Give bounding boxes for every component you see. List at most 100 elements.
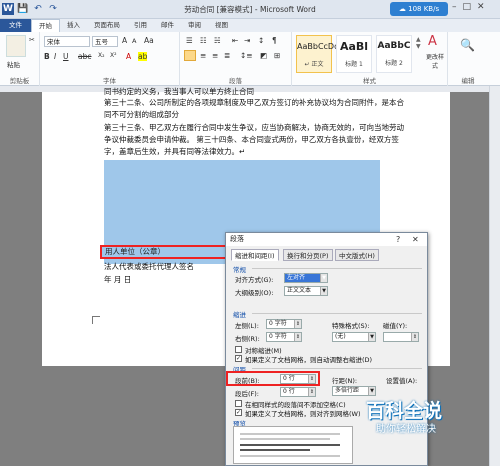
doc-line-4: 第三十三条、甲乙双方在履行合同中发生争议，应当协商解决，协商无效的，可向当地劳动 xyxy=(104,123,404,132)
space-after-input[interactable]: 0 行 ⇕ xyxy=(280,387,316,397)
font-color-icon[interactable]: A xyxy=(126,52,131,61)
auto-right-indent-checkbox[interactable]: ✓ xyxy=(235,355,242,362)
paste-icon[interactable] xyxy=(6,35,26,57)
highlight-icon[interactable]: ab xyxy=(138,52,148,61)
line-spacing-value: 多倍行距 xyxy=(335,387,360,394)
chevron-down-icon: ▼ xyxy=(320,274,327,282)
spinner-icon[interactable]: ⇕ xyxy=(411,333,418,341)
editing-group: 🔍 编辑 xyxy=(448,32,488,86)
outline-level-select[interactable]: 正文文本 ▼ xyxy=(284,286,328,296)
increase-indent-icon[interactable]: ⇥ xyxy=(244,36,250,45)
snap-to-grid-checkbox[interactable]: ✓ xyxy=(235,409,242,416)
close-icon[interactable]: ✕ xyxy=(477,2,485,12)
doc-line-3: 同不可分割的组成部分 xyxy=(104,110,179,119)
style-heading-1[interactable]: AaBl 标题 1 xyxy=(336,35,372,73)
numbering-icon[interactable]: ☷ xyxy=(200,36,207,45)
shading-icon[interactable]: ◩ xyxy=(260,51,267,60)
tab-review[interactable]: 审阅 xyxy=(181,19,208,32)
justify-icon[interactable]: ≣ xyxy=(224,51,230,60)
find-icon[interactable]: 🔍 xyxy=(460,38,475,52)
outline-level-label: 大纲级别(O): xyxy=(235,289,274,297)
line-spacing-select[interactable]: 多倍行距 ▼ xyxy=(332,386,376,396)
tab-references[interactable]: 引用 xyxy=(127,19,154,32)
margin-mark xyxy=(92,316,100,324)
cut-icon[interactable]: ✂ xyxy=(29,36,35,44)
style-normal-name: ↵ 正文 xyxy=(304,61,324,68)
align-center-icon[interactable]: ≡ xyxy=(200,51,206,60)
subscript-icon[interactable]: X₂ xyxy=(98,52,105,59)
paste-button[interactable]: 粘贴 xyxy=(7,59,20,69)
change-case-icon[interactable]: Aa xyxy=(144,36,154,45)
spinner-icon[interactable]: ⇕ xyxy=(294,320,301,328)
tab-home[interactable]: 开始 xyxy=(31,19,60,32)
bold-icon[interactable]: B xyxy=(44,52,50,61)
borders-icon[interactable]: ⊞ xyxy=(274,51,280,60)
watermark: 百科全说 助你轻松解决 xyxy=(362,396,492,440)
preview-line xyxy=(240,455,340,457)
left-indent-value: 0 字符 xyxy=(269,320,287,327)
decrease-indent-icon[interactable]: ⇤ xyxy=(232,36,238,45)
align-right-icon[interactable]: ≡ xyxy=(212,51,218,60)
help-icon[interactable]: ? xyxy=(396,233,400,246)
tab-line-page-breaks[interactable]: 换行和分页(P) xyxy=(283,249,333,261)
indent-divider xyxy=(252,313,422,314)
tab-page-layout[interactable]: 页面布局 xyxy=(87,19,127,32)
special-indent-label: 特殊格式(S): xyxy=(332,322,370,330)
underline-icon[interactable]: U xyxy=(63,52,69,61)
shrink-font-icon[interactable]: A xyxy=(132,37,136,45)
special-indent-select[interactable]: (无) ▼ xyxy=(332,332,376,342)
dialog-close-icon[interactable]: ✕ xyxy=(412,233,419,246)
chevron-down-icon: ▼ xyxy=(368,387,375,395)
no-space-same-style-checkbox[interactable] xyxy=(235,400,242,407)
outline-level-value: 正文文本 xyxy=(287,287,312,294)
strikethrough-icon[interactable]: abc xyxy=(78,52,91,61)
tab-indents-spacing[interactable]: 缩进和间距(I) xyxy=(231,249,279,261)
show-marks-icon[interactable]: ¶ xyxy=(272,36,277,45)
cloud-speed-badge[interactable]: ☁ 108 KB/s xyxy=(390,2,448,16)
paragraph-label: 段落 xyxy=(229,77,242,85)
preview-line xyxy=(240,433,340,435)
spinner-icon[interactable]: ⇕ xyxy=(294,333,301,341)
tab-mailings[interactable]: 邮件 xyxy=(154,19,181,32)
space-before-input[interactable]: 0 行 ⇕ xyxy=(280,374,316,384)
italic-icon[interactable]: I xyxy=(54,52,56,61)
spinner-icon[interactable]: ⇕ xyxy=(308,388,315,396)
superscript-icon[interactable]: X² xyxy=(110,52,117,59)
alignment-select[interactable]: 左对齐 ▼ xyxy=(284,273,328,283)
right-indent-input[interactable]: 0 字符 ⇕ xyxy=(266,332,302,342)
multilevel-icon[interactable]: ☵ xyxy=(214,36,221,45)
clipboard-group: 粘贴 ✂ 剪贴板 xyxy=(0,32,40,86)
style-heading-1-preview: AaBl xyxy=(339,40,369,53)
font-name-box[interactable]: 宋体 xyxy=(44,36,90,47)
general-section-label: 常规 xyxy=(233,266,246,274)
style-heading-2-preview: AaBbC xyxy=(377,41,411,51)
spinner-icon[interactable]: ⇕ xyxy=(308,375,315,383)
ribbon: 粘贴 ✂ 剪贴板 宋体 五号 A A Aa B I U abc X₂ X² A … xyxy=(0,32,500,86)
tab-file[interactable]: 文件 xyxy=(0,19,31,32)
preview-line xyxy=(240,449,310,451)
mirror-indent-checkbox[interactable] xyxy=(235,346,242,353)
tab-view[interactable]: 视图 xyxy=(208,19,235,32)
grow-font-icon[interactable]: A xyxy=(122,36,127,45)
styles-group: AaBbCcDd ↵ 正文 AaBl 标题 1 AaBbC 标题 2 ▲ ▼ A 更改样… xyxy=(292,32,448,86)
line-spacing-icon[interactable]: ↕≡ xyxy=(240,51,253,60)
align-left-icon[interactable] xyxy=(184,50,196,61)
bullets-icon[interactable]: ☰ xyxy=(186,36,193,45)
font-size-box[interactable]: 五号 xyxy=(92,36,118,47)
change-styles-button[interactable]: 更改样式 xyxy=(424,52,446,70)
left-indent-input[interactable]: 0 字符 ⇕ xyxy=(266,319,302,329)
change-styles-icon[interactable]: A xyxy=(428,34,437,49)
title-bar: W 💾 ↶ ↷ 劳动合同 [兼容模式] - Microsoft Word ☁ 1… xyxy=(0,0,500,19)
style-normal[interactable]: AaBbCcDd ↵ 正文 xyxy=(296,35,339,73)
indent-by-input[interactable]: ⇕ xyxy=(383,332,419,342)
tab-insert[interactable]: 插入 xyxy=(60,19,87,32)
clipboard-label: 剪贴板 xyxy=(9,77,30,85)
minimize-icon[interactable]: – xyxy=(452,2,457,12)
style-heading-2[interactable]: AaBbC 标题 2 xyxy=(376,35,412,73)
tab-asian-typography[interactable]: 中文版式(H) xyxy=(335,249,379,261)
maximize-icon[interactable]: □ xyxy=(463,2,472,12)
style-heading-1-name: 标题 1 xyxy=(345,61,363,68)
styles-scroll-icon[interactable]: ▲ ▼ xyxy=(416,36,421,50)
sort-icon[interactable]: ↕ xyxy=(258,36,264,45)
right-indent-label: 右侧(R): xyxy=(235,335,260,343)
